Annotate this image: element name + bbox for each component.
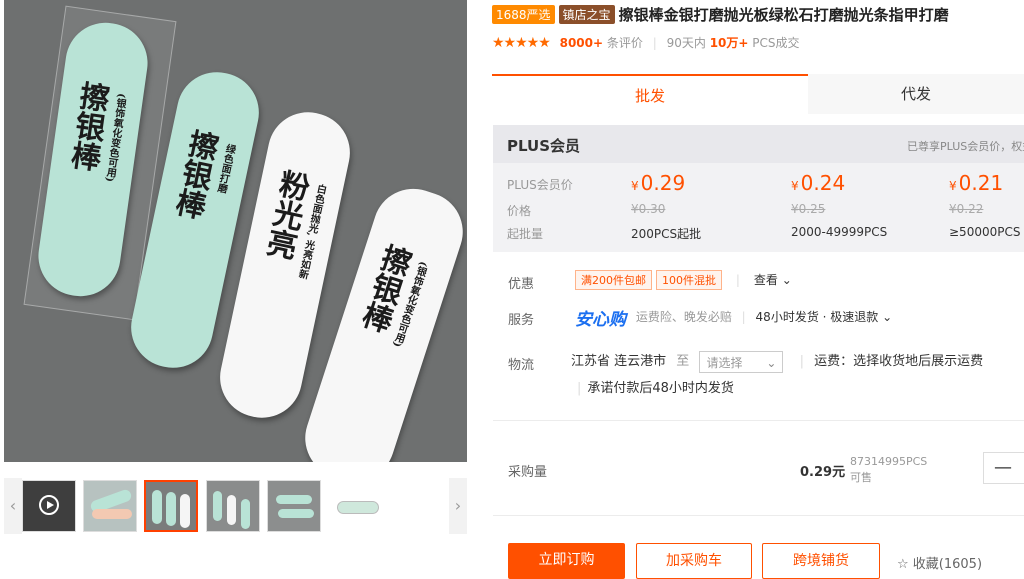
rating-row: ★★★★★ 8000+ 条评价 | 90天内 10万+ PCS成交: [492, 35, 800, 51]
member-price-label: PLUS会员价: [507, 178, 573, 192]
sales-period: 90天内: [666, 36, 706, 50]
yanxuan-badge: 1688严选: [492, 5, 555, 24]
original-price: ¥0.22: [949, 202, 984, 216]
shipping-service[interactable]: 48小时发货 · 极速退款 ⌄: [756, 310, 893, 324]
stock-info: 87314995PCS 可售: [850, 454, 927, 486]
divider: [493, 515, 1024, 516]
min-qty-label: 起批量: [507, 227, 544, 241]
thumbnail-video[interactable]: [22, 480, 76, 532]
thumbnail[interactable]: [83, 480, 137, 532]
tier-qty: ≥50000PCS: [949, 225, 1021, 239]
promo-row: 满200件包邮 100件混批 | 查看 ⌄: [575, 270, 792, 290]
original-price: ¥0.25: [791, 202, 826, 216]
original-price: ¥0.30: [631, 202, 666, 216]
tier-qty: 2000-49999PCS: [791, 225, 888, 239]
promo-chip[interactable]: 满200件包邮: [575, 270, 652, 290]
review-count[interactable]: 8000+: [560, 36, 603, 50]
promo-chip[interactable]: 100件混批: [656, 270, 722, 290]
plus-price-panel: PLUS会员 已尊享PLUS会员价，权益 PLUS会员价 价格 起批量 ¥0.2…: [493, 125, 1024, 252]
logistics-label: 物流: [508, 358, 535, 373]
plus-note[interactable]: 已尊享PLUS会员价，权益: [907, 138, 1024, 154]
cross-border-button[interactable]: 跨境铺货: [762, 543, 880, 579]
thumbnail-strip: ‹ ›: [4, 478, 467, 534]
rating-stars-icon: ★★★★★: [492, 35, 551, 51]
ship-from: 江苏省 连云港市: [571, 354, 667, 369]
logistics-row: 江苏省 连云港市 至 请选择 ⌄ | 运费：选择收货地后展示运费: [571, 350, 983, 373]
thumbnail-active[interactable]: [144, 480, 198, 532]
thumbnail[interactable]: [267, 480, 321, 532]
quantity-stepper-minus[interactable]: —: [983, 452, 1024, 484]
purchase-mode-tabs: 批发 代发: [492, 74, 1024, 114]
sales-unit: PCS成交: [752, 36, 800, 50]
buy-now-button[interactable]: 立即订购: [508, 543, 625, 579]
price-label: 价格: [507, 204, 532, 218]
service-row: 安心购 运费险、晚发必赔 | 48小时发货 · 极速退款 ⌄: [575, 305, 892, 330]
member-price: ¥0.21: [949, 171, 1004, 195]
service-items: 运费险、晚发必赔: [635, 310, 732, 324]
promo-label: 优惠: [508, 277, 535, 292]
shipping-fee-text: 运费：选择收货地后展示运费: [814, 354, 984, 369]
stock-count: 87314995PCS: [850, 455, 928, 468]
plus-title: PLUS会员: [507, 137, 581, 155]
product-title-row: 1688严选 镇店之宝 擦银棒金银打磨抛光板绿松石打磨抛光条指甲打磨: [492, 4, 949, 24]
tier-qty: 200PCS起批: [631, 227, 702, 241]
add-to-cart-button[interactable]: 加采购车: [636, 543, 752, 579]
anxingou-logo-icon[interactable]: 安心购: [575, 305, 626, 330]
service-label: 服务: [508, 313, 535, 328]
shop-treasure-badge: 镇店之宝: [558, 5, 615, 24]
thumbnail[interactable]: [328, 480, 382, 532]
divider: [493, 420, 1024, 421]
product-title: 擦银棒金银打磨抛光板绿松石打磨抛光条指甲打磨: [618, 6, 949, 24]
unit-price: 0.29元: [800, 465, 846, 480]
chevron-left-icon[interactable]: ‹: [4, 478, 22, 534]
stock-label: 可售: [850, 471, 872, 484]
ship-to-label: 至: [676, 354, 690, 369]
favorite-button[interactable]: ☆ 收藏(1605): [897, 553, 982, 572]
review-label: 条评价: [606, 36, 643, 50]
view-more-link[interactable]: 查看 ⌄: [754, 273, 792, 287]
chevron-right-icon[interactable]: ›: [449, 478, 467, 534]
chevron-down-icon: ⌄: [766, 355, 777, 370]
plus-header: PLUS会员 已尊享PLUS会员价，权益: [493, 125, 1024, 163]
destination-select[interactable]: 请选择 ⌄: [699, 350, 784, 373]
tab-dropship[interactable]: 代发: [808, 74, 1024, 114]
ship-promise: | 承诺付款后48小时内发货: [577, 381, 734, 396]
thumbnail[interactable]: [206, 480, 260, 532]
member-price: ¥0.24: [791, 171, 846, 195]
tab-wholesale[interactable]: 批发: [492, 74, 808, 114]
sales-count: 10万+: [709, 36, 749, 50]
play-icon: [39, 495, 59, 515]
main-product-image[interactable]: 擦银棒 (银饰氧化变色可用) 擦银棒 绿色面打磨 粉光亮 白色面抛光, 光亮如新…: [4, 0, 467, 462]
member-price: ¥0.29: [631, 171, 686, 195]
purchase-qty-label: 采购量: [508, 465, 548, 480]
